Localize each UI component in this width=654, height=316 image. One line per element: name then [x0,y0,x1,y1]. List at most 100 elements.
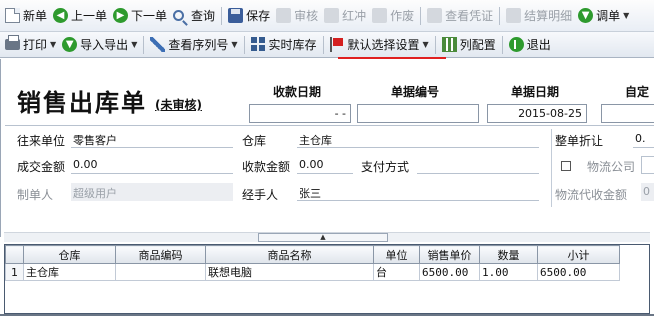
cell-unit[interactable]: 台 [373,263,420,281]
receipt-date-field[interactable]: - - [249,104,351,123]
settle-icon [506,8,522,23]
chevron-down-icon: ▼ [231,40,238,49]
item-grid: 仓库 商品编码 商品名称 单位 销售单价 数量 小计 1 主仓库 联想电脑 台 … [4,244,650,314]
column-config-button[interactable]: 列配置 [439,34,499,56]
view-serial-button[interactable]: 查看序列号 ▼ [147,34,240,56]
prev-button[interactable]: ◀ 上一单 [50,5,110,27]
main-toolbar: 新单 ◀ 上一单 ▶ 下一单 查询 保存 审核 红冲 作废 查看凭证 结算明细 ▼ 调… [0,0,654,32]
void-icon [372,8,388,23]
pay-method-field[interactable] [417,156,539,174]
received-label: 收款金额 [242,160,291,174]
warehouse-field[interactable]: 主仓库 [297,130,539,148]
toolbar-separator [501,35,503,54]
col-header-code[interactable]: 商品编码 [115,245,206,264]
grid-icon [250,37,266,52]
cell-code[interactable] [115,263,206,281]
save-icon [228,8,244,23]
arrow-down-circle-icon: ▼ [578,8,594,23]
page-title: 销售出库单 [17,88,147,117]
col-header-price[interactable]: 销售单价 [419,245,480,264]
reverse-icon [324,8,340,23]
flag-icon [329,37,345,52]
col-header-name[interactable]: 商品名称 [205,245,374,264]
save-button[interactable]: 保存 [225,5,273,27]
void-button[interactable]: 作废 [369,5,417,27]
query-button[interactable]: 查询 [170,5,218,27]
toolbar-separator [143,35,145,54]
transfer-button[interactable]: ▼ 调单 ▼ [575,5,632,27]
toolbar-separator [434,35,436,54]
discount-field[interactable]: 0. [633,130,654,148]
table-header-row: 仓库 商品编码 商品名称 单位 销售单价 数量 小计 [5,245,620,264]
amount-field[interactable]: 0.00 [71,156,233,174]
discount-label: 整单折让 [555,134,604,148]
toolbar-separator [499,6,501,25]
doc-date-field[interactable]: 2015-08-25 [487,104,587,123]
col-header-warehouse[interactable]: 仓库 [23,245,116,264]
status-badge: (未审核) [155,98,202,112]
logistics-select[interactable] [641,156,654,174]
col-header-unit[interactable]: 单位 [373,245,420,264]
partner-field[interactable]: 零售客户 [71,130,233,148]
chevron-down-icon: ▼ [623,11,630,20]
realtime-stock-button[interactable]: 实时库存 [248,34,320,56]
arrow-right-icon: ▶ [113,8,129,23]
view-voucher-button[interactable]: 查看凭证 [424,5,496,27]
warehouse-label: 仓库 [242,134,267,148]
logistics-checkbox[interactable] [561,161,571,171]
splitter-handle[interactable]: ▲ [258,233,388,242]
logistics-cod-field: 0 [641,183,654,201]
exit-icon [508,37,524,52]
arrow-down-circle-icon: ▼ [62,37,78,52]
partner-label: 往来单位 [17,134,66,148]
toolbar-separator [221,6,223,25]
creator-label: 制单人 [17,188,54,202]
chevron-down-icon: ▼ [50,40,57,49]
new-button[interactable]: 新单 [2,5,50,27]
cell-warehouse[interactable]: 主仓库 [23,263,116,281]
col-header-rownum[interactable] [5,245,24,264]
amount-label: 成交金额 [17,160,66,174]
audit-icon [276,8,292,23]
table-row[interactable]: 1 主仓库 联想电脑 台 6500.00 1.00 6500.00 [5,263,620,281]
chevron-down-icon: ▼ [422,40,429,49]
cell-subtotal[interactable]: 6500.00 [537,263,620,281]
pencil-icon [150,37,166,52]
arrow-left-icon: ◀ [53,8,69,23]
columns-icon [441,37,457,52]
logistics-label: 物流公司 [587,160,636,174]
header-divider [5,125,654,126]
column-divider [551,129,552,207]
audit-button[interactable]: 审核 [273,5,321,27]
received-field[interactable]: 0.00 [297,156,353,174]
exit-button[interactable]: 退出 [506,34,554,56]
toolbar-separator [420,6,422,25]
chevron-down-icon: ▼ [131,40,138,49]
cell-price[interactable]: 6500.00 [419,263,480,281]
doc-no-label: 单据编号 [391,85,440,99]
secondary-toolbar: 打印 ▼ ▼ 导入导出 ▼ 查看序列号 ▼ 实时库存 默认选择设置 ▼ 列配置 退出 [0,32,654,58]
col-header-qty[interactable]: 数量 [479,245,538,264]
doc-no-field[interactable] [357,104,479,123]
cell-name[interactable]: 联想电脑 [205,263,374,281]
item-table: 仓库 商品编码 商品名称 单位 销售单价 数量 小计 1 主仓库 联想电脑 台 … [5,245,620,281]
settle-detail-button[interactable]: 结算明细 [503,5,575,27]
next-button[interactable]: ▶ 下一单 [110,5,170,27]
handler-field[interactable]: 张三 [297,183,539,201]
default-settings-button[interactable]: 默认选择设置 ▼ [327,34,432,56]
search-icon [173,10,185,21]
cell-qty[interactable]: 1.00 [479,263,538,281]
import-export-button[interactable]: ▼ 导入导出 ▼ [59,34,140,56]
reverse-button[interactable]: 红冲 [321,5,369,27]
custom-field[interactable] [601,104,654,123]
col-header-subtotal[interactable]: 小计 [537,245,620,264]
toolbar-separator [322,35,324,54]
custom-label: 自定 [625,85,650,99]
print-button[interactable]: 打印 ▼ [2,34,59,56]
doc-date-label: 单据日期 [511,85,560,99]
row-number: 1 [5,263,24,281]
voucher-icon [427,8,443,23]
receipt-date-label: 收款日期 [273,85,322,99]
toolbar-separator [243,35,245,54]
creator-field: 超级用户 [71,183,233,201]
